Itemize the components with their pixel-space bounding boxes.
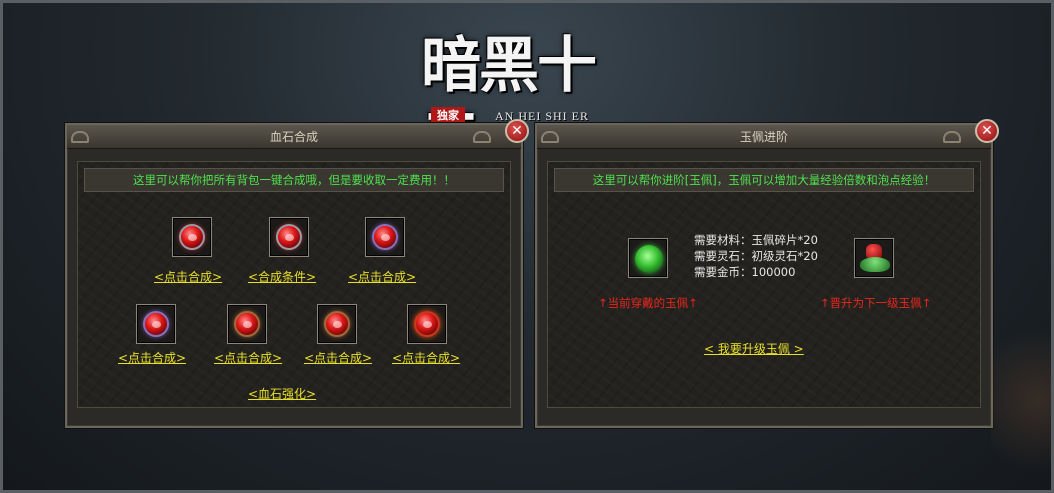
synthesis-conditions-link[interactable]: <合成条件>: [248, 270, 316, 284]
blood-stone-slot[interactable]: [136, 304, 176, 344]
close-icon: ✕: [981, 123, 993, 139]
blood-stone-icon: [324, 311, 350, 337]
synthesize-link[interactable]: <点击合成>: [154, 270, 222, 284]
next-jade-slot[interactable]: [854, 238, 894, 278]
synthesize-link[interactable]: <点击合成>: [304, 351, 372, 365]
close-button[interactable]: ✕: [975, 119, 999, 143]
blood-stone-icon: [143, 311, 169, 337]
ornament-icon: [541, 131, 559, 143]
next-jade-note: ↑晋升为下一级玉佩↑: [820, 296, 932, 310]
blood-stone-slot[interactable]: [407, 304, 447, 344]
notice-text: 这里可以帮你进阶[玉佩]，玉佩可以增加大量经验倍数和泡点经验！: [554, 168, 974, 192]
blood-stone-icon: [276, 224, 302, 250]
panel-body: 这里可以帮你把所有背包一键合成哦，但是要收取一定费用！！ <点击合成> <合成条…: [77, 161, 511, 408]
panel-title: 血石合成: [67, 125, 521, 149]
blood-stone-panel: 血石合成 ✕ 这里可以帮你把所有背包一键合成哦，但是要收取一定费用！！ <点击合…: [65, 119, 529, 428]
close-icon: ✕: [511, 123, 523, 139]
blood-stone-slot[interactable]: [172, 217, 212, 257]
blood-stone-slot[interactable]: [365, 217, 405, 257]
logo-title: 暗黑十二: [421, 31, 597, 171]
blood-stone-icon: [414, 311, 440, 337]
synthesize-link[interactable]: <点击合成>: [348, 270, 416, 284]
synthesize-link[interactable]: <点击合成>: [392, 351, 460, 365]
ornament-icon: [943, 131, 961, 143]
current-jade-note: ↑当前穿戴的玉佩↑: [598, 296, 698, 310]
synthesize-link[interactable]: <点击合成>: [214, 351, 282, 365]
panel-body: 这里可以帮你进阶[玉佩]，玉佩可以增加大量经验倍数和泡点经验！ 需要材料：玉佩碎…: [547, 161, 981, 408]
ornament-icon: [473, 131, 491, 143]
blood-stone-icon: [179, 224, 205, 250]
game-logo: 暗黑十二 独家 AN HEI SHI ER: [421, 31, 651, 171]
panel-title: 玉佩进阶: [537, 125, 991, 149]
required-materials: 需要材料：玉佩碎片*20: [694, 233, 818, 247]
blood-stone-slot[interactable]: [269, 217, 309, 257]
blood-stone-slot[interactable]: [317, 304, 357, 344]
blood-stone-enhance-link[interactable]: <血石强化>: [248, 387, 316, 401]
jade-pendant-icon: [635, 245, 663, 273]
close-button[interactable]: ✕: [505, 119, 529, 143]
synthesize-link[interactable]: <点击合成>: [118, 351, 186, 365]
notice-text: 这里可以帮你把所有背包一键合成哦，但是要收取一定费用！！: [84, 168, 504, 192]
jade-advance-panel: 玉佩进阶 ✕ 这里可以帮你进阶[玉佩]，玉佩可以增加大量经验倍数和泡点经验！ 需…: [535, 119, 999, 428]
ornament-icon: [71, 131, 89, 143]
upgrade-jade-link[interactable]: < 我要升级玉佩 >: [704, 342, 804, 356]
blood-stone-icon: [234, 311, 260, 337]
jade-pendant-advanced-icon: [860, 244, 890, 274]
blood-stone-slot[interactable]: [227, 304, 267, 344]
required-gold: 需要金币：100000: [694, 265, 796, 279]
required-spirit-stone: 需要灵石：初级灵石*20: [694, 249, 818, 263]
current-jade-slot[interactable]: [628, 238, 668, 278]
blood-stone-icon: [372, 224, 398, 250]
game-scene: 暗黑十二 独家 AN HEI SHI ER 血石合成 ✕ 这里可以帮你把所有背包…: [0, 0, 1054, 493]
